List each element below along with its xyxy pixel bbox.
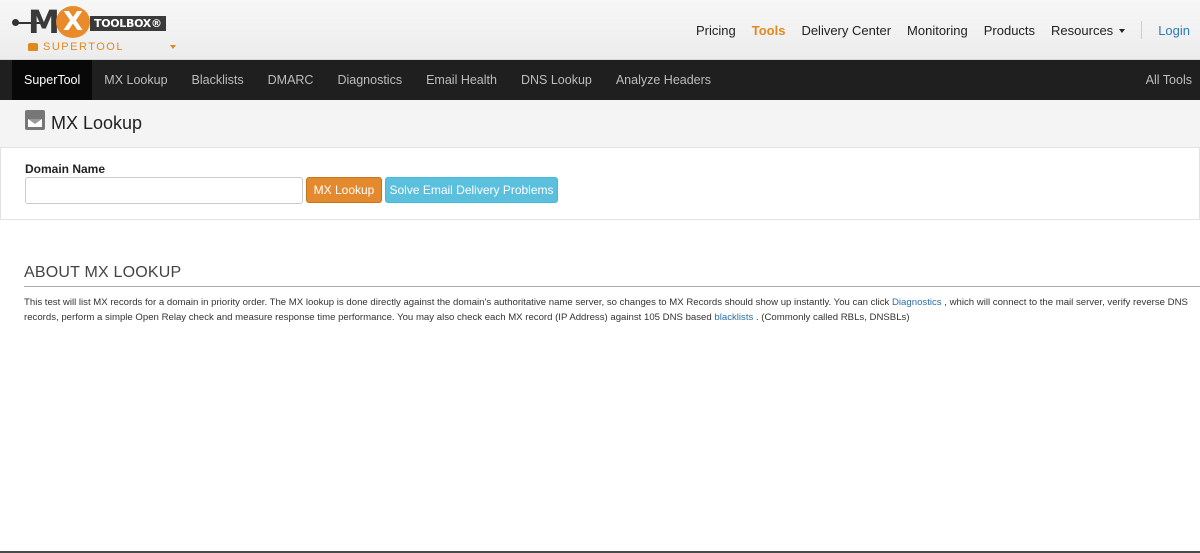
tab-analyze-headers[interactable]: Analyze Headers: [604, 60, 723, 100]
logo-letter-x: X: [56, 6, 90, 38]
diagnostics-link[interactable]: Diagnostics: [892, 297, 942, 308]
solve-email-delivery-button[interactable]: Solve Email Delivery Problems: [385, 177, 558, 203]
about-heading: ABOUT MX LOOKUP: [24, 264, 182, 281]
nav-resources[interactable]: Resources: [1051, 22, 1126, 38]
nav-resources-label: Resources: [1051, 22, 1114, 38]
tools-bar: SuperTool MX Lookup Blacklists DMARC Dia…: [0, 60, 1200, 100]
about-text-part-1: This test will list MX records for a dom…: [24, 297, 892, 308]
about-description: This test will list MX records for a dom…: [24, 296, 1190, 325]
tab-email-health[interactable]: Email Health: [414, 60, 509, 100]
all-tools-link[interactable]: All Tools: [1146, 60, 1192, 100]
tab-blacklists[interactable]: Blacklists: [180, 60, 256, 100]
mxtoolbox-logo[interactable]: M X TOOLBOX® SUPERTOOL: [12, 3, 184, 56]
nav-monitoring[interactable]: Monitoring: [907, 23, 968, 38]
page-title: MX Lookup: [51, 113, 143, 133]
tab-diagnostics[interactable]: Diagnostics: [325, 60, 414, 100]
toolbox-icon: [28, 43, 38, 51]
logo-letter-m: M: [28, 3, 60, 41]
blacklists-link[interactable]: blacklists: [714, 312, 753, 323]
domain-name-input[interactable]: [25, 177, 303, 204]
mx-lookup-button[interactable]: MX Lookup: [306, 177, 382, 203]
nav-products[interactable]: Products: [984, 23, 1035, 38]
page-header: MX Lookup: [0, 100, 1200, 148]
logo-plug-dot: [12, 19, 19, 26]
tab-dns-lookup[interactable]: DNS Lookup: [509, 60, 604, 100]
nav-pricing[interactable]: Pricing: [696, 23, 736, 38]
caret-down-icon: [1119, 29, 1126, 34]
tab-mx-lookup[interactable]: MX Lookup: [92, 60, 179, 100]
login-link[interactable]: Login: [1158, 23, 1190, 38]
tool-tabs: SuperTool MX Lookup Blacklists DMARC Dia…: [12, 60, 723, 100]
nav-tools[interactable]: Tools: [752, 23, 786, 38]
logo-registered-mark: ®: [150, 17, 162, 30]
mail-icon: [25, 110, 45, 130]
about-text-part-3: . (Commonly called RBLs, DNSBLs): [753, 311, 910, 323]
tab-dmarc[interactable]: DMARC: [256, 60, 326, 100]
nav-delivery-center[interactable]: Delivery Center: [801, 23, 891, 38]
top-navigation: Pricing Tools Delivery Center Monitoring…: [680, 0, 1190, 60]
supertool-text: SUPERTOOL: [43, 41, 124, 53]
logo-toolbox-text: TOOLBOX®: [90, 16, 166, 31]
domain-name-label: Domain Name: [25, 162, 106, 176]
logo-toolbox-word: TOOLBOX: [94, 17, 151, 30]
tab-supertool[interactable]: SuperTool: [12, 60, 93, 100]
chevron-down-icon[interactable]: [170, 45, 176, 49]
site-header: M X TOOLBOX® SUPERTOOL Pricing Tools Del…: [0, 0, 1200, 60]
about-divider: [24, 286, 1200, 287]
lookup-form: Domain Name MX Lookup Solve Email Delive…: [0, 148, 1200, 220]
supertool-label: SUPERTOOL: [28, 41, 124, 53]
nav-divider: [1141, 21, 1143, 39]
